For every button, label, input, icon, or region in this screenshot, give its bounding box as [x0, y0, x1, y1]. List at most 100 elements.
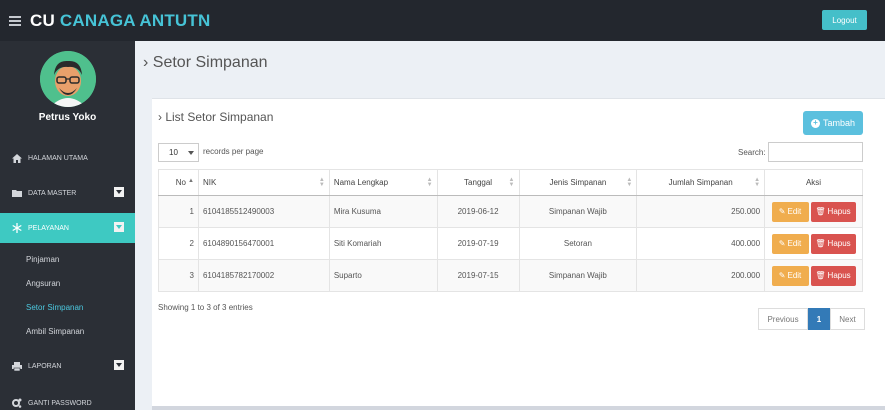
user-name: Petrus Yoko	[38, 112, 97, 123]
plus-circle-icon: +	[810, 118, 820, 128]
add-button[interactable]: + Tambah	[803, 111, 863, 135]
trash-icon: 🗑	[815, 239, 826, 248]
col-header-label: Nama Lengkap	[333, 178, 389, 187]
sidebar-item-data-master[interactable]: DATA MASTER	[0, 178, 135, 208]
folder-icon	[12, 188, 22, 198]
brand-part-2: CANAGA ANTUTN	[59, 10, 211, 30]
cell-nik: 6104185512490003	[197, 195, 330, 228]
pagination-page-1[interactable]: 1	[808, 308, 830, 330]
cell-jenis: Simpanan Wajib	[518, 195, 638, 228]
edit-icon: ✎	[778, 271, 786, 280]
page-title: › Setor Simpanan	[143, 54, 268, 72]
col-header-jenis[interactable]: Jenis Simpanan ▲ ▼	[518, 169, 638, 196]
chevron-down-icon[interactable]	[114, 187, 124, 197]
trash-icon: 🗑	[815, 271, 826, 280]
box-footer-border	[152, 406, 885, 410]
add-button-label: Tambah	[822, 118, 856, 128]
pagination-previous[interactable]: Previous	[758, 308, 808, 330]
sidebar-item-label: GANTI PASSWORD	[28, 399, 92, 407]
cell-aksi: ✎ Edit 🗑 Hapus	[764, 227, 863, 260]
sort-icon: ▲ ▼	[318, 177, 325, 188]
col-header-tanggal[interactable]: Tanggal ▲ ▼	[436, 169, 520, 196]
page-title-text: Setor Simpanan	[152, 54, 268, 71]
col-header-nik[interactable]: NIK ▲ ▼	[197, 169, 330, 196]
cell-no: 3	[158, 259, 199, 292]
edit-label: Edit	[787, 271, 802, 280]
edit-icon: ✎	[778, 239, 786, 248]
cell-aksi: ✎ Edit 🗑 Hapus	[764, 195, 863, 228]
col-header-label: No	[175, 178, 186, 187]
sidebar-item-label: PELAYANAN	[28, 224, 69, 232]
cell-tanggal: 2019-07-19	[436, 227, 520, 260]
sort-icon: ▲ ▼	[626, 177, 633, 188]
col-header-no[interactable]: No ▲	[158, 169, 199, 196]
edit-button[interactable]: ✎ Edit	[771, 265, 809, 286]
sort-asc-icon: ▲	[188, 178, 194, 184]
gears-icon	[12, 398, 22, 408]
sidebar-item-pelayanan[interactable]: PELAYANAN	[0, 213, 135, 243]
app-brand[interactable]: CU CANAGA ANTUTN	[30, 11, 210, 31]
pagination: Previous 1 Next	[758, 308, 865, 330]
records-per-page-label: records per page	[203, 147, 264, 156]
sidebar-subitem-ambil-simpanan[interactable]: Ambil Simpanan	[26, 327, 84, 336]
table-info: Showing 1 to 3 of 3 entries	[158, 303, 253, 312]
col-header-label: Aksi	[805, 178, 822, 187]
col-header-label: NIK	[202, 178, 217, 187]
sidebar-item-laporan[interactable]: LAPORAN	[0, 351, 135, 381]
sidebar-subitem-setor-simpanan[interactable]: Setor Simpanan	[26, 303, 83, 312]
delete-button[interactable]: 🗑 Hapus	[810, 201, 856, 222]
cell-no: 1	[158, 195, 199, 228]
print-icon	[12, 361, 22, 371]
sidebar-item-ganti-password[interactable]: GANTI PASSWORD	[0, 388, 135, 410]
cell-nama: Suparto	[328, 259, 438, 292]
cell-jumlah: 250.000	[636, 195, 766, 228]
edit-button[interactable]: ✎ Edit	[771, 201, 809, 222]
cell-jumlah: 200.000	[636, 259, 766, 292]
search-input[interactable]	[768, 142, 863, 162]
records-per-page-select[interactable]: 10	[158, 143, 199, 162]
edit-label: Edit	[787, 207, 802, 216]
avatar	[40, 51, 96, 107]
cell-aksi: ✎ Edit 🗑 Hapus	[764, 259, 863, 292]
cell-nama: Siti Komariah	[328, 227, 438, 260]
delete-label: Hapus	[827, 207, 851, 216]
col-header-label: Jumlah Simpanan	[668, 178, 733, 187]
col-header-nama[interactable]: Nama Lengkap ▲ ▼	[328, 169, 438, 196]
chevron-down-icon[interactable]	[114, 222, 124, 232]
cell-jenis: Simpanan Wajib	[518, 259, 638, 292]
col-header-label: Tanggal	[464, 178, 493, 187]
cell-tanggal: 2019-07-15	[436, 259, 520, 292]
box-title-text: List Setor Simpanan	[165, 110, 274, 124]
cell-no: 2	[158, 227, 199, 260]
table-row: 3 6104185782170002 Suparto 2019-07-15 Si…	[158, 259, 863, 292]
pagination-next[interactable]: Next	[830, 308, 865, 330]
search-label: Search:	[738, 148, 766, 157]
snowflake-icon	[12, 223, 22, 233]
logout-button[interactable]: Logout	[822, 10, 867, 30]
table-row: 2 6104890156470001 Siti Komariah 2019-07…	[158, 227, 863, 260]
table-row: 1 6104185512490003 Mira Kusuma 2019-06-1…	[158, 195, 863, 228]
delete-button[interactable]: 🗑 Hapus	[810, 233, 856, 254]
brand-part-1: CU	[30, 10, 55, 30]
chevron-down-icon[interactable]	[114, 360, 124, 370]
sidebar-subitem-angsuran[interactable]: Angsuran	[26, 279, 60, 288]
sidebar-subitem-pinjaman[interactable]: Pinjaman	[26, 255, 59, 264]
chevron-right-icon: ›	[158, 110, 162, 124]
home-icon	[12, 153, 22, 163]
chevron-right-icon: ›	[143, 54, 149, 71]
delete-label: Hapus	[827, 239, 851, 248]
edit-button[interactable]: ✎ Edit	[771, 233, 809, 254]
menu-toggle-icon[interactable]	[9, 15, 21, 26]
data-table: No ▲ NIK ▲ ▼ Nama Lengkap ▲ ▼ Tanggal ▲ ▼ Jenis…	[158, 169, 863, 292]
edit-icon: ✎	[778, 207, 786, 216]
cell-jumlah: 400.000	[636, 227, 766, 260]
sidebar-item-halaman-utama[interactable]: HALAMAN UTAMA	[0, 143, 135, 173]
edit-label: Edit	[787, 239, 802, 248]
sort-icon: ▲ ▼	[508, 177, 515, 188]
col-header-jumlah[interactable]: Jumlah Simpanan ▲ ▼	[636, 169, 766, 196]
cell-jenis: Setoran	[518, 227, 638, 260]
delete-button[interactable]: 🗑 Hapus	[810, 265, 856, 286]
cell-nik: 6104185782170002	[197, 259, 330, 292]
delete-label: Hapus	[827, 271, 851, 280]
col-header-label: Jenis Simpanan	[549, 178, 607, 187]
